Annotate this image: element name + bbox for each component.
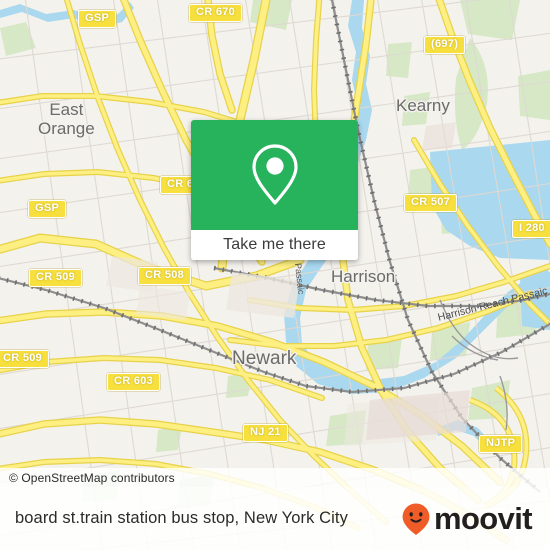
road-shield-cr509-north[interactable]: CR 509 <box>29 269 83 287</box>
road-shield-697[interactable]: (697) <box>424 36 466 54</box>
road-shield-cr603[interactable]: CR 603 <box>107 373 161 391</box>
footer-bar: board st.train station bus stop, New Yor… <box>0 487 550 550</box>
road-shield-cr508[interactable]: CR 508 <box>138 267 192 285</box>
map-place-east-orange: East Orange <box>38 100 95 138</box>
map-place-harrison: Harrison <box>331 267 396 286</box>
map-attribution-text: © OpenStreetMap contributors <box>9 470 175 485</box>
road-shield-cr507[interactable]: CR 507 <box>404 194 458 212</box>
map-place-newark: Newark <box>232 348 297 369</box>
moovit-smiley-pin-icon <box>402 503 430 535</box>
road-shield-cr670[interactable]: CR 670 <box>189 4 243 22</box>
map-pin-icon <box>251 144 298 205</box>
take-me-there-popup[interactable]: Take me there <box>191 120 358 260</box>
moovit-wordmark: moovit <box>433 501 533 536</box>
road-shield-i280[interactable]: I 280 <box>512 220 550 238</box>
road-shield-gsp-south[interactable]: GSP <box>28 200 67 218</box>
take-me-there-label: Take me there <box>223 236 326 253</box>
popup-pin-area <box>191 120 358 230</box>
map-attribution-bar: © OpenStreetMap contributors <box>0 468 550 487</box>
map-place-kearny: Kearny <box>396 96 450 115</box>
road-shield-nj21[interactable]: NJ 21 <box>243 424 288 442</box>
take-me-there-button[interactable]: Take me there <box>191 230 358 260</box>
moovit-map-screenshot: East Orange Kearny Newark Harrison Harri… <box>0 0 550 550</box>
road-shield-njtp[interactable]: NJTP <box>479 435 523 453</box>
road-shield-gsp-north[interactable]: GSP <box>78 10 117 28</box>
moovit-logo[interactable]: moovit <box>401 502 550 536</box>
road-shield-cr509-south[interactable]: CR 509 <box>0 350 50 368</box>
location-title: board st.train station bus stop, New Yor… <box>15 509 348 527</box>
